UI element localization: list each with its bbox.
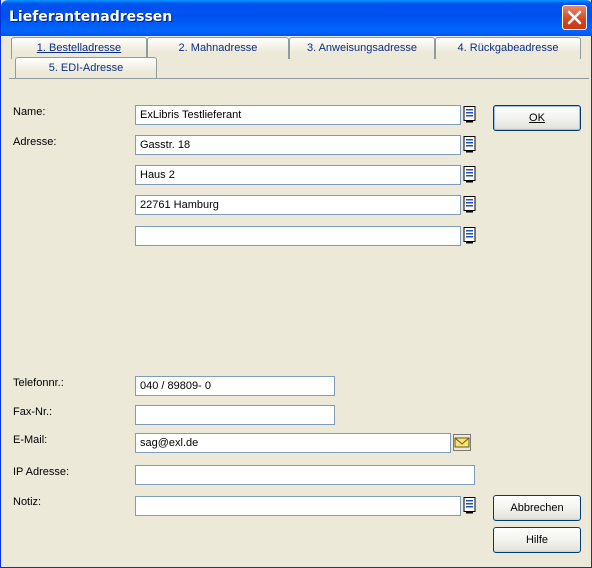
window-title: Lieferantenadressen <box>9 9 173 25</box>
list-icon[interactable] <box>463 106 477 123</box>
list-icon[interactable] <box>463 196 477 213</box>
note-label: Notiz: <box>13 496 42 508</box>
tab-rueckgabeadresse[interactable]: 4. Rückgabeadresse <box>435 37 581 59</box>
name-label: Name: <box>13 106 46 118</box>
mail-icon[interactable] <box>453 434 471 451</box>
help-button[interactable]: Hilfe <box>493 527 581 553</box>
address-label: Adresse: <box>13 136 57 148</box>
phone-field[interactable]: 040 / 89809- 0 <box>135 376 335 396</box>
dialog-window: Lieferantenadressen 1. Bestelladresse 2.… <box>0 0 592 568</box>
tab-mahnadresse[interactable]: 2. Mahnadresse <box>147 37 289 59</box>
email-field[interactable]: sag@exl.de <box>135 433 451 453</box>
name-field[interactable]: ExLibris Testlieferant <box>135 105 461 125</box>
fax-label: Fax-Nr.: <box>13 406 53 418</box>
list-icon[interactable] <box>463 166 477 183</box>
close-button[interactable] <box>562 5 587 30</box>
tab-edi-adresse[interactable]: 5. EDI-Adresse <box>15 57 157 79</box>
ip-address-field[interactable] <box>135 465 475 485</box>
cancel-button-label: Abbrechen <box>510 502 564 514</box>
tab-panel-border <box>9 78 589 79</box>
list-icon[interactable] <box>463 497 477 514</box>
note-field[interactable] <box>135 496 461 516</box>
address-line-3-field[interactable]: 22761 Hamburg <box>135 195 461 215</box>
fax-field[interactable] <box>135 405 335 425</box>
ip-address-label: IP Adresse: <box>13 466 70 478</box>
ok-button[interactable]: OK <box>493 105 581 131</box>
cancel-button[interactable]: Abbrechen <box>493 495 581 521</box>
address-line-4-field[interactable] <box>135 226 461 246</box>
tab-anweisungsadresse[interactable]: 3. Anweisungsadresse <box>289 37 435 59</box>
list-icon[interactable] <box>463 227 477 244</box>
email-label: E-Mail: <box>13 434 48 446</box>
phone-label: Telefonnr.: <box>13 377 64 389</box>
address-line-1-field[interactable]: Gasstr. 18 <box>135 135 461 155</box>
address-line-2-field[interactable]: Haus 2 <box>135 165 461 185</box>
help-button-label: Hilfe <box>525 534 548 546</box>
close-icon <box>567 10 582 25</box>
title-bar[interactable]: Lieferantenadressen <box>1 0 592 36</box>
list-icon[interactable] <box>463 136 477 153</box>
tab-bestelladresse[interactable]: 1. Bestelladresse <box>11 37 147 59</box>
ok-button-label: OK <box>529 112 545 124</box>
